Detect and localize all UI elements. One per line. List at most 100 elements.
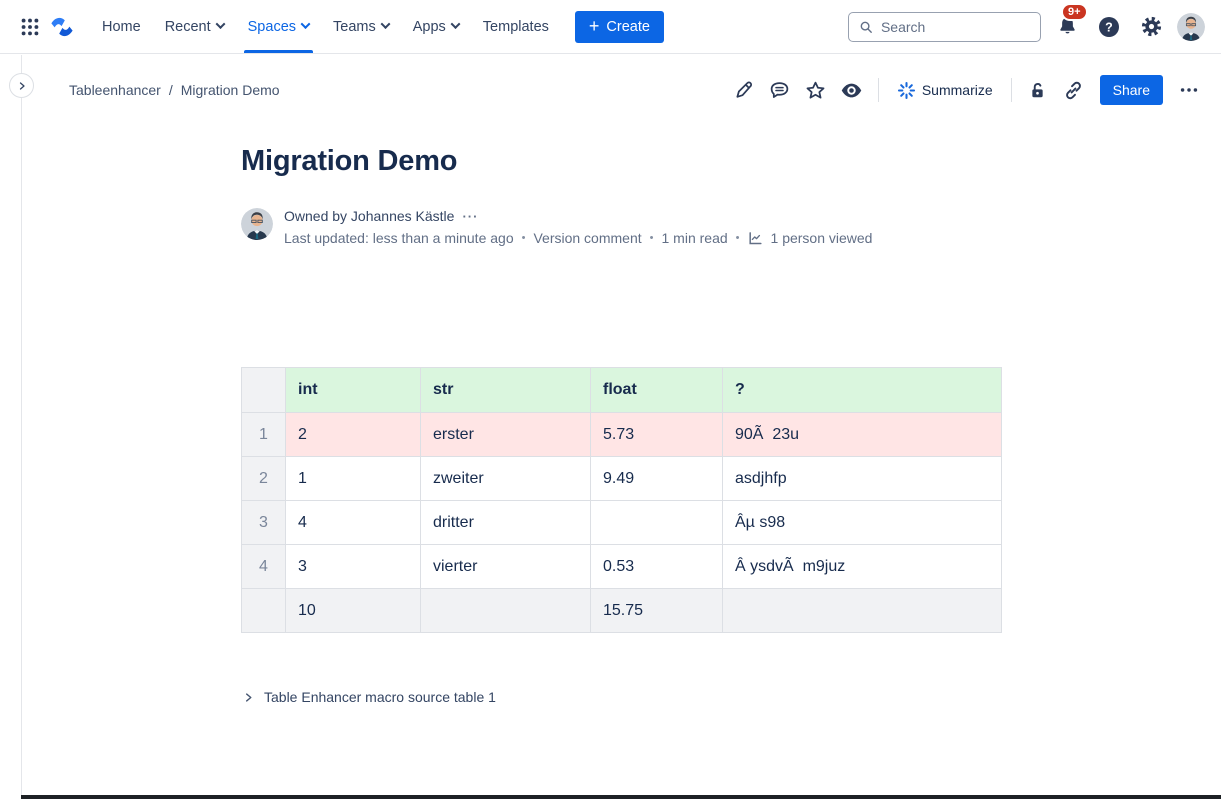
table-cell: asdjhfp <box>723 457 1002 501</box>
column-header-question: ? <box>723 368 1002 413</box>
search-input[interactable] <box>881 19 1030 35</box>
help-icon: ? <box>1097 15 1121 39</box>
table-row: 3 4 dritter Âµ s98 <box>242 501 1002 545</box>
expand-sidebar-button[interactable] <box>9 73 34 98</box>
chevron-right-icon <box>243 692 254 703</box>
watch-button[interactable] <box>836 74 868 106</box>
table-header-row: int str float ? <box>242 368 1002 413</box>
edit-button[interactable] <box>728 74 760 106</box>
star-icon <box>805 80 826 101</box>
chevron-down-icon <box>380 19 390 29</box>
row-number: 1 <box>242 413 286 457</box>
nav-label: Home <box>102 19 141 35</box>
svg-text:?: ? <box>1105 20 1113 34</box>
pencil-icon <box>733 80 754 101</box>
nav-label: Apps <box>413 19 446 35</box>
app-grid-icon <box>19 16 41 38</box>
owner-avatar-photo <box>241 208 273 240</box>
restrictions-button[interactable] <box>1022 74 1054 106</box>
share-button[interactable]: Share <box>1100 75 1163 105</box>
nav-item-apps[interactable]: Apps <box>401 0 471 53</box>
search-icon <box>859 19 873 35</box>
table-cell: 90Ã 23u <box>723 413 1002 457</box>
table-row: 2 1 zweiter 9.49 asdjhfp <box>242 457 1002 501</box>
chevron-down-icon <box>450 19 460 29</box>
table-cell: Âµ s98 <box>723 501 1002 545</box>
column-header-int: int <box>286 368 421 413</box>
last-updated-text: Last updated: less than a minute ago <box>284 230 514 246</box>
owned-by-text: Owned by Johannes Kästle <box>284 208 454 224</box>
table-cell: zweiter <box>421 457 591 501</box>
favorite-button[interactable] <box>800 74 832 106</box>
nav-item-home[interactable]: Home <box>90 0 153 53</box>
settings-button[interactable] <box>1135 11 1167 43</box>
user-avatar[interactable] <box>1177 13 1205 41</box>
table-footer-cell <box>421 589 591 633</box>
table-footer-cell <box>723 589 1002 633</box>
byline: Owned by Johannes Kästle ··· Last update… <box>241 208 1001 246</box>
table-footer-cell: 10 <box>286 589 421 633</box>
nav-item-spaces[interactable]: Spaces <box>236 0 321 53</box>
gear-icon <box>1140 15 1163 38</box>
dot-separator: • <box>522 232 526 244</box>
dot-separator: • <box>650 232 654 244</box>
table-cell: 0.53 <box>591 545 723 589</box>
table-cell: 2 <box>286 413 421 457</box>
unlock-icon <box>1028 81 1047 100</box>
help-button[interactable]: ? <box>1093 11 1125 43</box>
column-header-str: str <box>421 368 591 413</box>
table-cell: Â ysdvÃ m9juz <box>723 545 1002 589</box>
table-cell: vierter <box>421 545 591 589</box>
copy-link-button[interactable] <box>1058 74 1090 106</box>
version-comment-link[interactable]: Version comment <box>533 230 641 246</box>
nav-item-templates[interactable]: Templates <box>471 0 561 53</box>
breadcrumb-separator: / <box>169 82 173 98</box>
row-number <box>242 589 286 633</box>
more-actions-button[interactable] <box>1173 74 1205 106</box>
nav-item-teams[interactable]: Teams <box>321 0 401 53</box>
nav-label: Templates <box>483 19 549 35</box>
page-actions: Summarize Share <box>728 74 1205 106</box>
comment-icon <box>769 80 790 101</box>
expander-label: Table Enhancer macro source table 1 <box>264 689 496 705</box>
breadcrumb-page-link[interactable]: Migration Demo <box>181 82 280 98</box>
divider <box>878 78 879 102</box>
row-number: 3 <box>242 501 286 545</box>
expand-macro-source[interactable]: Table Enhancer macro source table 1 <box>241 685 498 709</box>
table-footer-row: 10 15.75 <box>242 589 1002 633</box>
owner-avatar[interactable] <box>241 208 273 240</box>
table-cell: erster <box>421 413 591 457</box>
breadcrumb-space-link[interactable]: Tableenhancer <box>69 82 161 98</box>
table-cell: dritter <box>421 501 591 545</box>
summarize-button[interactable]: Summarize <box>889 77 1001 104</box>
nav-label: Recent <box>165 19 211 35</box>
page-header: Tableenhancer / Migration Demo <box>21 54 1221 122</box>
search-box[interactable] <box>848 12 1041 42</box>
nav-label: Spaces <box>248 19 296 35</box>
avatar-photo <box>1177 13 1205 41</box>
ellipsis-icon <box>1178 79 1200 101</box>
table-cell: 4 <box>286 501 421 545</box>
notifications-button[interactable]: 9+ <box>1051 11 1083 43</box>
ai-sparkle-icon <box>897 81 916 100</box>
nav-item-recent[interactable]: Recent <box>153 0 236 53</box>
create-label: Create <box>606 19 650 35</box>
breadcrumb: Tableenhancer / Migration Demo <box>69 82 280 98</box>
comment-button[interactable] <box>764 74 796 106</box>
table-cell: 1 <box>286 457 421 501</box>
notification-badge: 9+ <box>1061 3 1088 21</box>
confluence-logo[interactable] <box>46 11 78 43</box>
main-nav: Home Recent Spaces Teams Apps Templates <box>90 0 561 53</box>
top-navigation-bar: Home Recent Spaces Teams Apps Templates <box>0 0 1221 54</box>
sidebar-divider <box>21 55 22 799</box>
eye-icon <box>840 79 863 102</box>
column-header-float: float <box>591 368 723 413</box>
nav-label: Teams <box>333 19 376 35</box>
owner-more-button[interactable]: ··· <box>462 209 478 224</box>
table-corner-cell <box>242 368 286 413</box>
create-button[interactable]: + Create <box>575 11 664 43</box>
app-switcher-button[interactable] <box>14 11 46 43</box>
analytics-chart-icon <box>748 231 763 246</box>
table-row: 4 3 vierter 0.53 Â ysdvÃ m9juz <box>242 545 1002 589</box>
page-title: Migration Demo <box>241 145 1001 178</box>
